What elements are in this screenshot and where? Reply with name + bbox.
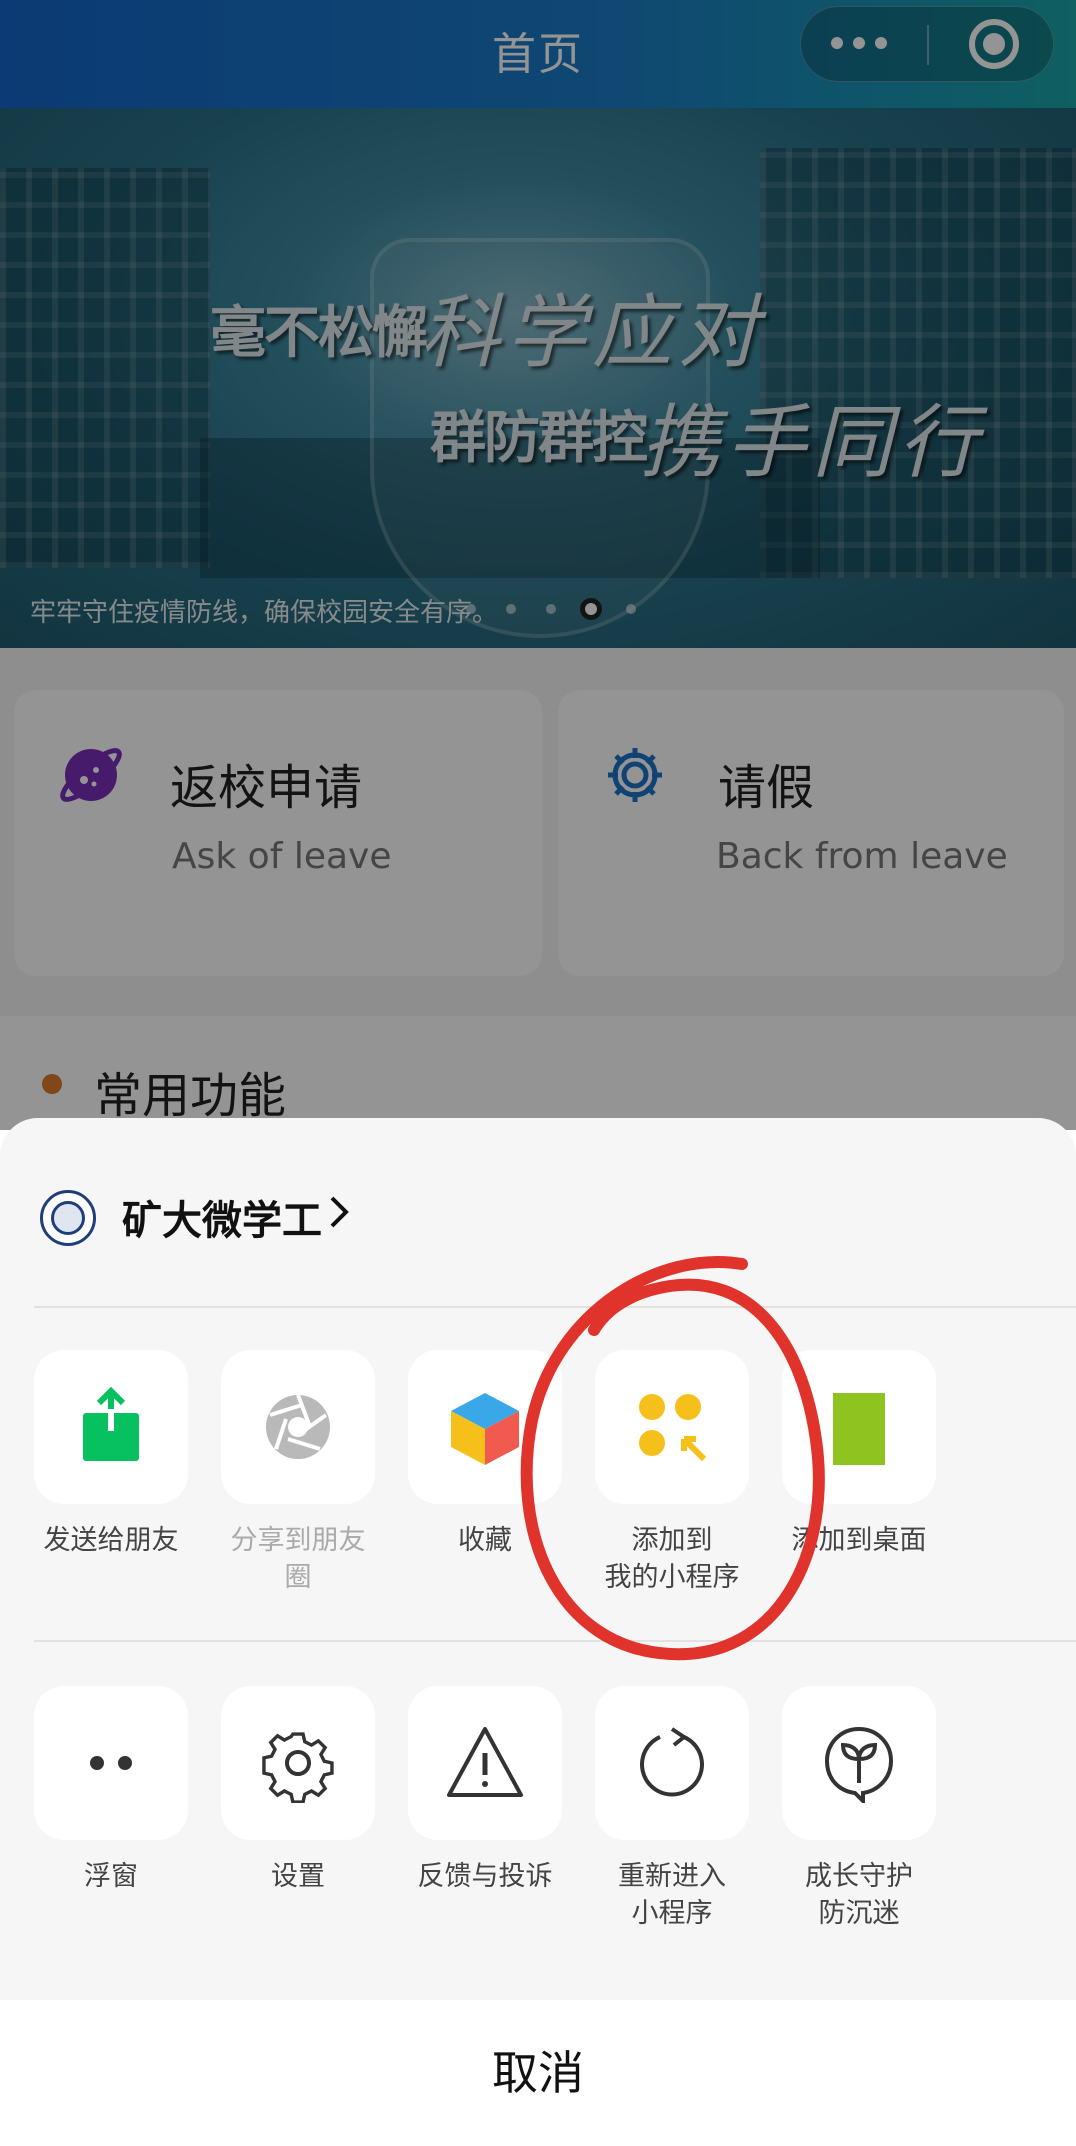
favorites-cube-icon <box>408 1350 562 1504</box>
tool-actions-row: 浮窗 设置 反馈与投诉 重新进入 小程序 成长守护 防沉迷 <box>0 1686 1076 1986</box>
action-label: 添加到桌面 <box>791 1525 927 1556</box>
float-window-icon <box>34 1686 188 1840</box>
action-label: 成长守护 防沉迷 <box>805 1861 913 1929</box>
cancel-bar: 取消 <box>0 2000 1076 2146</box>
divider <box>34 1640 1076 1642</box>
add-to-my-miniprogram-icon <box>595 1350 749 1504</box>
cancel-button[interactable]: 取消 <box>0 2000 1076 2146</box>
university-logo-icon <box>40 1190 96 1246</box>
warning-triangle-icon <box>408 1686 562 1840</box>
settings-gear-icon <box>221 1686 375 1840</box>
divider <box>34 1306 1076 1308</box>
share-actions-row: 发送给朋友 分享到朋友圈 收藏 添加到 我的小程序 添加到桌面 <box>0 1350 1076 1650</box>
chevron-right-icon[interactable] <box>324 1192 354 1232</box>
miniprogram-header[interactable]: 矿大微学工 <box>0 1118 1076 1308</box>
moments-shutter-icon <box>221 1350 375 1504</box>
modal-overlay[interactable] <box>0 0 1076 1130</box>
share-to-friend-icon <box>34 1350 188 1504</box>
sprout-icon <box>782 1686 936 1840</box>
reload-icon <box>595 1686 749 1840</box>
add-to-desktop-icon <box>782 1350 936 1504</box>
miniprogram-name[interactable]: 矿大微学工 <box>122 1188 322 1246</box>
action-sheet: 矿大微学工 发送给朋友 分享到朋友圈 收藏 添加到 我的小程序 添加到桌面 浮窗… <box>0 1118 1076 2146</box>
